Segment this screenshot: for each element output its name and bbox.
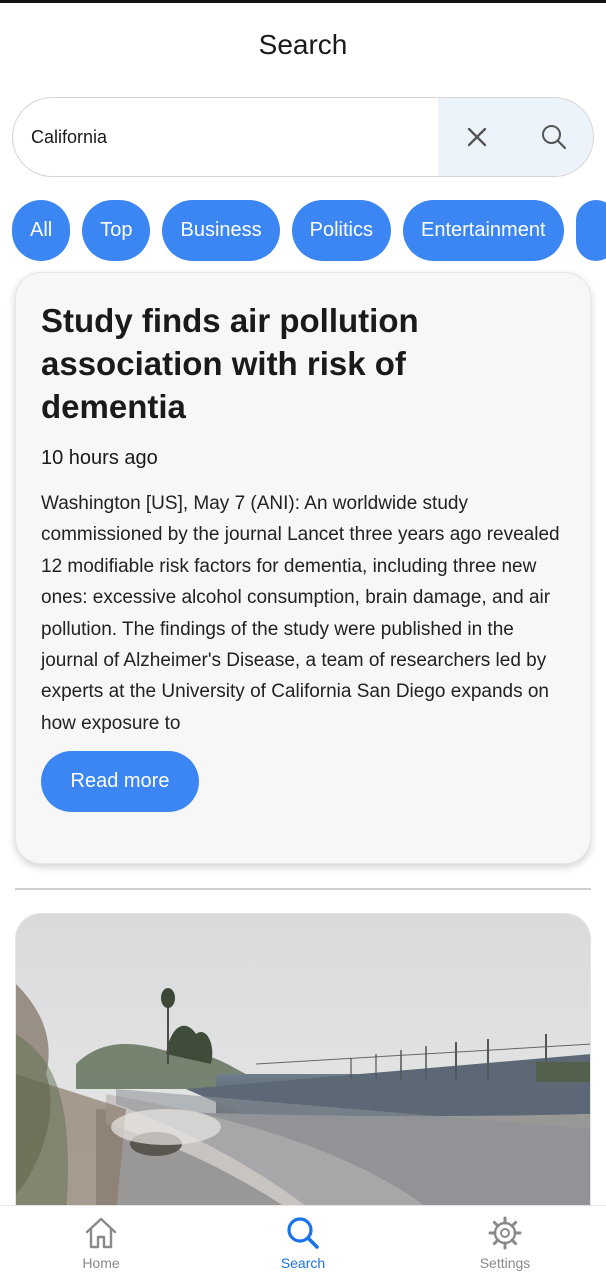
farm-field-photo bbox=[16, 914, 590, 1212]
article-card[interactable]: Study finds air pollution association wi… bbox=[15, 272, 591, 864]
category-chip[interactable]: Business bbox=[162, 200, 280, 261]
divider bbox=[15, 888, 591, 890]
gear-icon bbox=[488, 1216, 522, 1250]
nav-home-label: Home bbox=[82, 1255, 120, 1271]
search-actions bbox=[438, 98, 593, 176]
category-chip[interactable]: Top bbox=[82, 200, 151, 261]
home-icon bbox=[85, 1217, 117, 1249]
category-chip[interactable]: Politics bbox=[291, 200, 391, 261]
nav-home[interactable]: Home bbox=[0, 1206, 202, 1280]
category-chip[interactable]: Entertainment bbox=[403, 200, 564, 261]
category-chip[interactable]: All bbox=[12, 200, 71, 261]
nav-search-label: Search bbox=[280, 1255, 326, 1271]
article-title: Study finds air pollution association wi… bbox=[41, 302, 419, 425]
clear-search-button[interactable] bbox=[438, 98, 515, 176]
bottom-nav: Home Search Settings bbox=[0, 1205, 606, 1280]
search-icon bbox=[541, 125, 566, 150]
read-more-button[interactable]: Read more bbox=[41, 751, 199, 813]
nav-settings-label: Settings bbox=[479, 1255, 531, 1271]
close-icon bbox=[467, 127, 486, 147]
search-input[interactable] bbox=[13, 98, 438, 176]
app-header: Search bbox=[0, 3, 606, 87]
nav-settings[interactable]: Settings bbox=[404, 1206, 606, 1280]
nav-search[interactable]: Search bbox=[202, 1206, 404, 1280]
page-title: Search bbox=[258, 29, 348, 60]
category-chips: All Top Business Politics Entertainment bbox=[12, 200, 606, 262]
article-summary: Washington [US], May 7 (ANI): An worldwi… bbox=[41, 493, 560, 734]
submit-search-button[interactable] bbox=[515, 98, 592, 176]
search-bar bbox=[12, 97, 594, 177]
search-icon bbox=[287, 1217, 319, 1249]
category-chip-overflow[interactable] bbox=[575, 200, 606, 261]
article-time: 10 hours ago bbox=[41, 447, 158, 469]
article-card-image[interactable] bbox=[15, 913, 591, 1213]
